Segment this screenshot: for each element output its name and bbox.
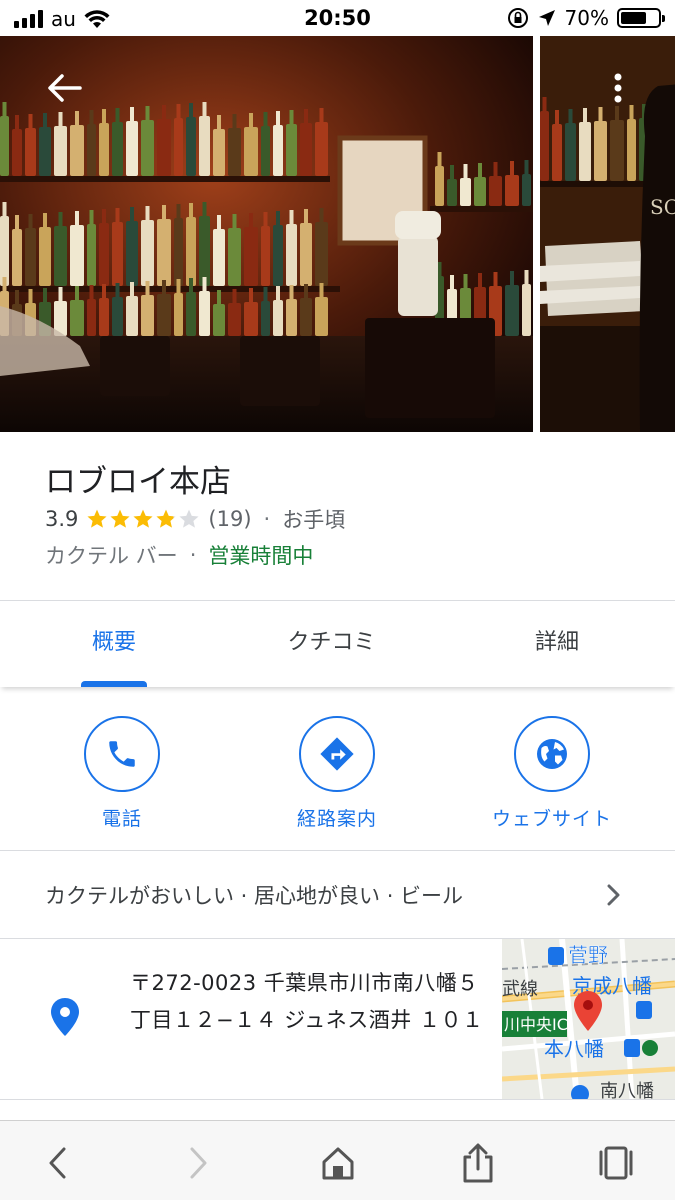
place-name: ロブロイ本店	[45, 464, 231, 500]
globe-icon	[537, 739, 567, 769]
star-icon	[179, 509, 199, 528]
address-row[interactable]: 〒272-0023 千葉県市川市南八幡５丁目１２−１４ ジュネス酒井 １０１ 川…	[0, 939, 675, 1099]
status-bar: au 20:50 70%	[0, 0, 675, 36]
price-level: お手頃	[282, 508, 346, 532]
category-label: カクテル バー	[45, 544, 178, 568]
browser-back-button[interactable]	[36, 1141, 80, 1185]
more-vert-icon[interactable]	[604, 70, 632, 106]
tab-bar: 概要 クチコミ 詳細	[0, 601, 675, 687]
photo-carousel[interactable]: SO	[0, 36, 675, 432]
address-text: 〒272-0023 千葉県市川市南八幡５丁目１２−１４ ジュネス酒井 １０１	[130, 971, 484, 1032]
action-buttons: 電話 経路案内 ウェブサイト	[0, 690, 675, 850]
divider	[0, 1099, 675, 1100]
map-image: 川中央IC 菅野 京成八幡 武線 本八幡 南八幡	[502, 939, 675, 1099]
rating-row[interactable]: 3.9 (19) · お手頃	[45, 504, 345, 534]
status-right: 70%	[507, 6, 665, 30]
place-photo-main[interactable]	[0, 36, 533, 432]
separator-dot: ·	[263, 507, 271, 531]
directions-icon	[320, 737, 354, 771]
call-label: 電話	[101, 808, 142, 830]
map-label-minamiyawata: 南八幡	[600, 1081, 654, 1099]
tab-overview[interactable]: 概要	[0, 601, 228, 687]
category-row: カクテル バー · 営業時間中	[45, 540, 313, 570]
back-arrow-icon[interactable]	[44, 70, 84, 106]
highlights-text: カクテルがおいしい · 居心地が良い · ビール	[45, 884, 464, 908]
share-button[interactable]	[456, 1141, 500, 1185]
location-pin-icon	[51, 998, 79, 1036]
map-label-motoyawata: 本八幡	[544, 1037, 604, 1061]
call-button[interactable]: 電話	[47, 716, 197, 831]
map-label-ic: 川中央IC	[504, 1015, 568, 1034]
divider	[0, 850, 675, 851]
directions-label: 経路案内	[296, 808, 377, 830]
website-circle	[514, 716, 590, 792]
rating-score: 3.9	[45, 507, 79, 531]
tabs-button[interactable]	[594, 1141, 638, 1185]
review-count: (19)	[208, 507, 252, 531]
home-icon	[322, 1147, 354, 1180]
rating-stars	[86, 508, 201, 530]
website-button[interactable]: ウェブサイト	[477, 716, 627, 831]
share-icon	[463, 1143, 493, 1183]
orientation-lock-icon	[507, 8, 528, 28]
open-status: 営業時間中	[208, 544, 314, 568]
star-icon	[156, 509, 176, 528]
home-button[interactable]	[316, 1141, 360, 1185]
star-icon	[133, 509, 153, 528]
phone-icon	[109, 741, 135, 767]
separator-dot: ·	[189, 543, 197, 567]
star-icon	[87, 509, 107, 528]
map-label-line: 武線	[502, 979, 538, 1000]
call-circle	[84, 716, 160, 792]
battery-icon	[617, 8, 665, 28]
highlights-row[interactable]: カクテルがおいしい · 居心地が良い · ビール	[0, 852, 675, 938]
browser-back-icon	[49, 1147, 66, 1179]
browser-forward-button[interactable]	[176, 1141, 220, 1185]
active-tab-indicator	[81, 681, 147, 687]
svg-text:SO: SO	[650, 195, 675, 219]
website-label: ウェブサイト	[491, 808, 612, 830]
place-photo-second[interactable]: SO	[540, 36, 675, 432]
map-label-sugano: 菅野	[568, 943, 608, 967]
chevron-right-icon	[607, 884, 620, 906]
browser-toolbar	[0, 1120, 675, 1200]
tab-reviews[interactable]: クチコミ	[224, 601, 439, 687]
directions-button[interactable]: 経路案内	[262, 716, 412, 831]
location-arrow-icon	[538, 10, 555, 26]
tabs-icon	[599, 1146, 633, 1180]
directions-circle	[299, 716, 375, 792]
tab-details[interactable]: 詳細	[439, 601, 675, 687]
battery-percent: 70%	[564, 6, 609, 30]
star-icon	[110, 509, 130, 528]
browser-forward-icon	[190, 1147, 207, 1179]
mini-map[interactable]: 川中央IC 菅野 京成八幡 武線 本八幡 南八幡	[502, 939, 675, 1099]
